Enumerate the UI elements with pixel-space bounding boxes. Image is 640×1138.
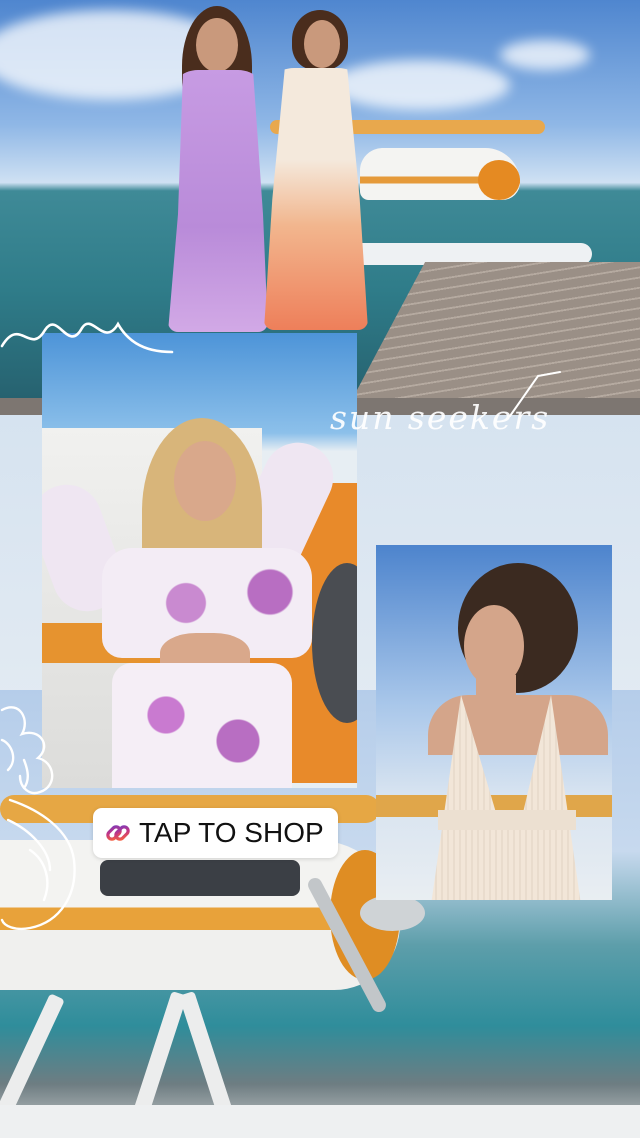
ombre-dress [264,68,368,330]
floral-skirt [112,663,292,788]
tap-to-shop-label: TAP TO SHOP [139,817,324,848]
lilac-dress [168,70,268,332]
dress-waistband [438,810,576,830]
wave-doodle-icon [0,321,174,354]
model-face [196,18,238,72]
cloud [330,60,510,110]
seaplane-float [0,1105,640,1138]
cloud [500,40,590,70]
seaplane-window [100,860,300,896]
model-face [304,20,340,68]
wooden-dock [340,262,640,415]
model-face [174,441,236,521]
propeller-spinner [360,895,425,931]
hibiscus-doodle-icon [0,706,76,931]
seaplane-nose [478,160,520,200]
photo-card-halter-dress [376,545,612,900]
link-icon [105,820,131,846]
tap-to-shop-sticker[interactable]: TAP TO SHOP [93,808,338,858]
story-caption: sun seekers [330,398,551,437]
photo-card-floral-outfit [42,333,357,788]
